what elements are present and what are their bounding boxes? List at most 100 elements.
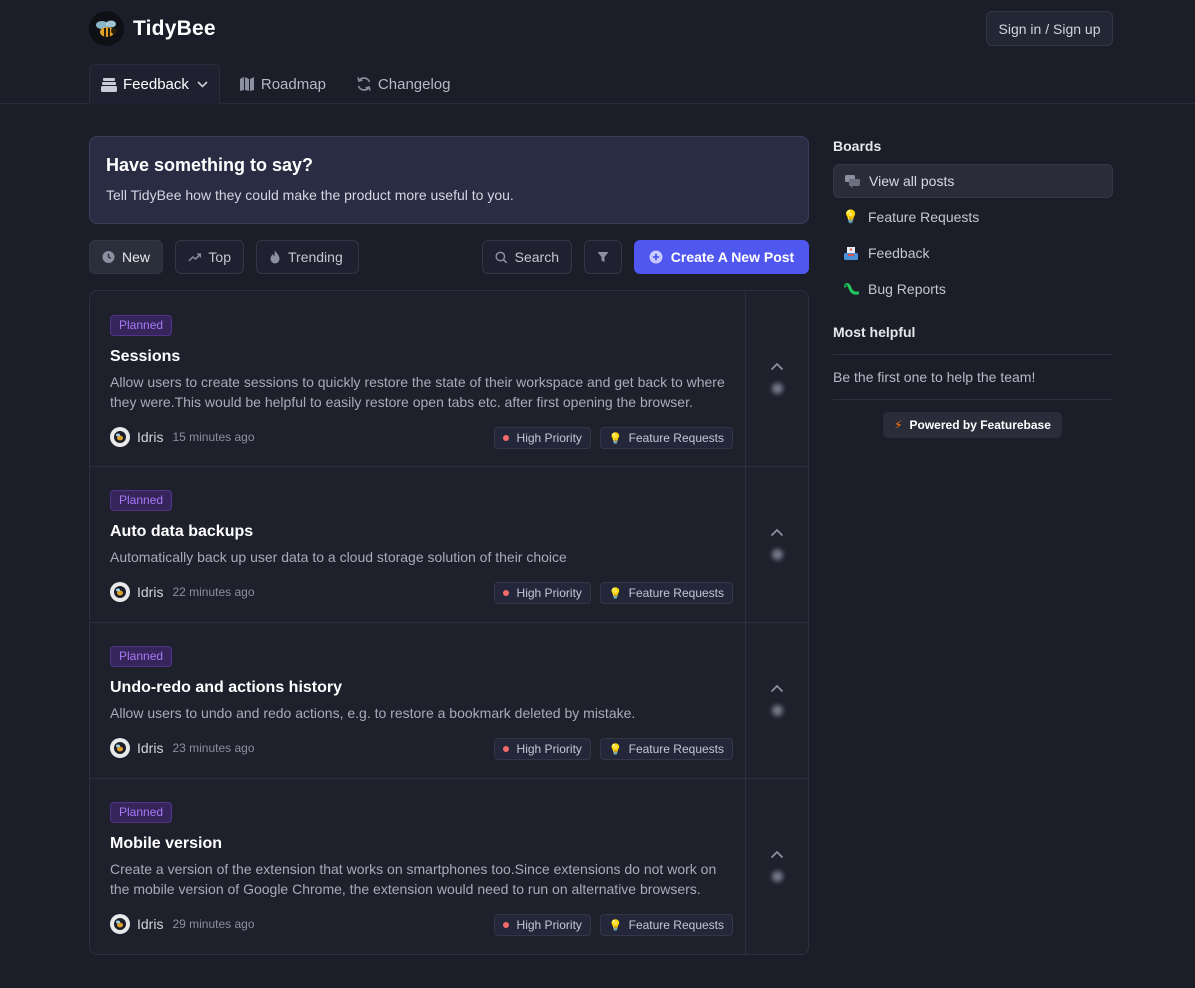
tab-changelog[interactable]: Changelog <box>345 64 462 104</box>
inbox-tray-icon <box>843 246 859 260</box>
most-helpful-empty: Be the first one to help the team! <box>833 369 1036 385</box>
flame-icon <box>270 250 280 264</box>
board-item-label: Feedback <box>868 245 930 261</box>
post-toolbar: New Top Trending Search Create A New Pos… <box>89 240 809 274</box>
status-badge: Planned <box>110 802 173 823</box>
priority-tag[interactable]: High Priority <box>493 427 591 449</box>
status-badge: Planned <box>110 646 173 667</box>
trending-up-icon <box>188 253 202 262</box>
priority-tag[interactable]: High Priority <box>493 738 591 760</box>
priority-tag[interactable]: High Priority <box>493 582 591 604</box>
priority-tag-label: High Priority <box>516 431 582 445</box>
vote-count <box>772 383 783 394</box>
priority-tag-label: High Priority <box>516 918 582 932</box>
post-item[interactable]: Planned Sessions Allow users to create s… <box>90 291 808 467</box>
brand[interactable]: TidyBee <box>89 11 216 46</box>
bee-avatar-icon <box>114 586 126 598</box>
post-meta: Idris 22 minutes ago <box>110 581 255 603</box>
upvote-chevron-icon[interactable] <box>770 684 784 693</box>
status-badge: Planned <box>110 490 173 511</box>
upvote-chevron-icon[interactable] <box>770 528 784 537</box>
post-meta: Idris 15 minutes ago <box>110 426 255 448</box>
post-author: Idris <box>137 916 164 932</box>
post-title[interactable]: Mobile version <box>110 835 222 853</box>
priority-tag-label: High Priority <box>516 586 582 600</box>
post-time: 22 minutes ago <box>172 585 255 599</box>
tab-roadmap[interactable]: Roadmap <box>228 64 337 104</box>
board-item-label: Feature Requests <box>868 209 980 225</box>
lightbulb-icon: 💡 <box>608 919 623 932</box>
divider <box>833 354 1113 355</box>
divider <box>833 399 1113 400</box>
chat-bubbles-icon <box>844 174 860 188</box>
post-tags: High Priority 💡 Feature Requests <box>485 738 733 760</box>
inbox-icon <box>101 77 117 92</box>
board-tag[interactable]: 💡 Feature Requests <box>599 582 733 604</box>
sort-new-label: New <box>121 249 150 265</box>
brand-name: TidyBee <box>133 16 216 40</box>
post-body[interactable]: Planned Auto data backups Automatically … <box>90 467 745 622</box>
avatar <box>110 914 130 934</box>
post-body[interactable]: Planned Sessions Allow users to create s… <box>90 291 745 466</box>
tab-feedback[interactable]: Feedback <box>89 64 220 104</box>
board-tag[interactable]: 💡 Feature Requests <box>599 914 733 936</box>
tab-roadmap-label: Roadmap <box>260 75 326 93</box>
post-title[interactable]: Auto data backups <box>110 523 253 541</box>
main-nav: Feedback Roadmap Changelog <box>89 64 469 104</box>
board-item-feedback[interactable]: Feedback <box>833 236 1113 270</box>
bee-avatar-icon <box>114 918 126 930</box>
upvote-chevron-icon[interactable] <box>770 362 784 371</box>
search-button[interactable]: Search <box>482 240 572 274</box>
avatar <box>110 582 130 602</box>
sort-trending-button[interactable]: Trending <box>256 240 359 274</box>
sign-in-button[interactable]: Sign in / Sign up <box>986 11 1113 46</box>
status-badge: Planned <box>110 315 173 336</box>
post-meta: Idris 23 minutes ago <box>110 737 255 759</box>
most-helpful-heading: Most helpful <box>833 324 916 340</box>
post-tags: High Priority 💡 Feature Requests <box>485 914 733 936</box>
post-title[interactable]: Sessions <box>110 348 180 366</box>
priority-dot-icon <box>502 590 509 596</box>
board-tag-label: Feature Requests <box>628 431 724 445</box>
post-item[interactable]: Planned Mobile version Create a version … <box>90 779 808 954</box>
post-body[interactable]: Planned Undo-redo and actions history Al… <box>90 623 745 778</box>
lightbulb-icon: 💡 <box>608 743 623 756</box>
search-icon <box>495 251 508 263</box>
post-author: Idris <box>137 740 164 756</box>
board-tag-label: Feature Requests <box>628 742 724 756</box>
board-tag[interactable]: 💡 Feature Requests <box>599 738 733 760</box>
priority-tag[interactable]: High Priority <box>493 914 591 936</box>
plus-circle-icon <box>649 250 663 264</box>
board-tag-label: Feature Requests <box>628 918 724 932</box>
post-item[interactable]: Planned Auto data backups Automatically … <box>90 467 808 623</box>
refresh-icon <box>357 77 371 91</box>
board-item-view-all[interactable]: View all posts <box>833 164 1113 198</box>
powered-by-label: Powered by Featurebase <box>909 418 1051 432</box>
post-body[interactable]: Planned Mobile version Create a version … <box>90 779 745 954</box>
lightning-icon: ⚡ <box>894 418 903 432</box>
filter-button[interactable] <box>584 240 622 274</box>
create-post-label: Create A New Post <box>670 249 795 265</box>
roadmap-icon <box>239 77 254 91</box>
powered-by-badge[interactable]: ⚡ Powered by Featurebase <box>883 412 1062 438</box>
sort-top-button[interactable]: Top <box>175 240 244 274</box>
post-list: Planned Sessions Allow users to create s… <box>89 290 809 955</box>
priority-tag-label: High Priority <box>516 742 582 756</box>
sort-new-button[interactable]: New <box>89 240 163 274</box>
post-description: Allow users to create sessions to quickl… <box>110 374 725 410</box>
vote-count <box>772 871 783 882</box>
post-description: Allow users to undo and redo actions, e.… <box>110 705 636 721</box>
board-tag[interactable]: 💡 Feature Requests <box>599 427 733 449</box>
board-item-bug-reports[interactable]: Bug Reports <box>833 272 1113 306</box>
post-time: 23 minutes ago <box>172 741 255 755</box>
upvote-chevron-icon[interactable] <box>770 850 784 859</box>
sort-trending-label: Trending <box>288 249 343 265</box>
post-title[interactable]: Undo-redo and actions history <box>110 679 342 697</box>
board-item-feature-requests[interactable]: 💡 Feature Requests <box>833 200 1113 234</box>
tab-changelog-label: Changelog <box>377 75 451 93</box>
board-item-label: View all posts <box>869 173 955 189</box>
chevron-down-icon <box>197 81 208 88</box>
bee-avatar-icon <box>114 431 126 443</box>
post-item[interactable]: Planned Undo-redo and actions history Al… <box>90 623 808 779</box>
create-post-button[interactable]: Create A New Post <box>634 240 809 274</box>
